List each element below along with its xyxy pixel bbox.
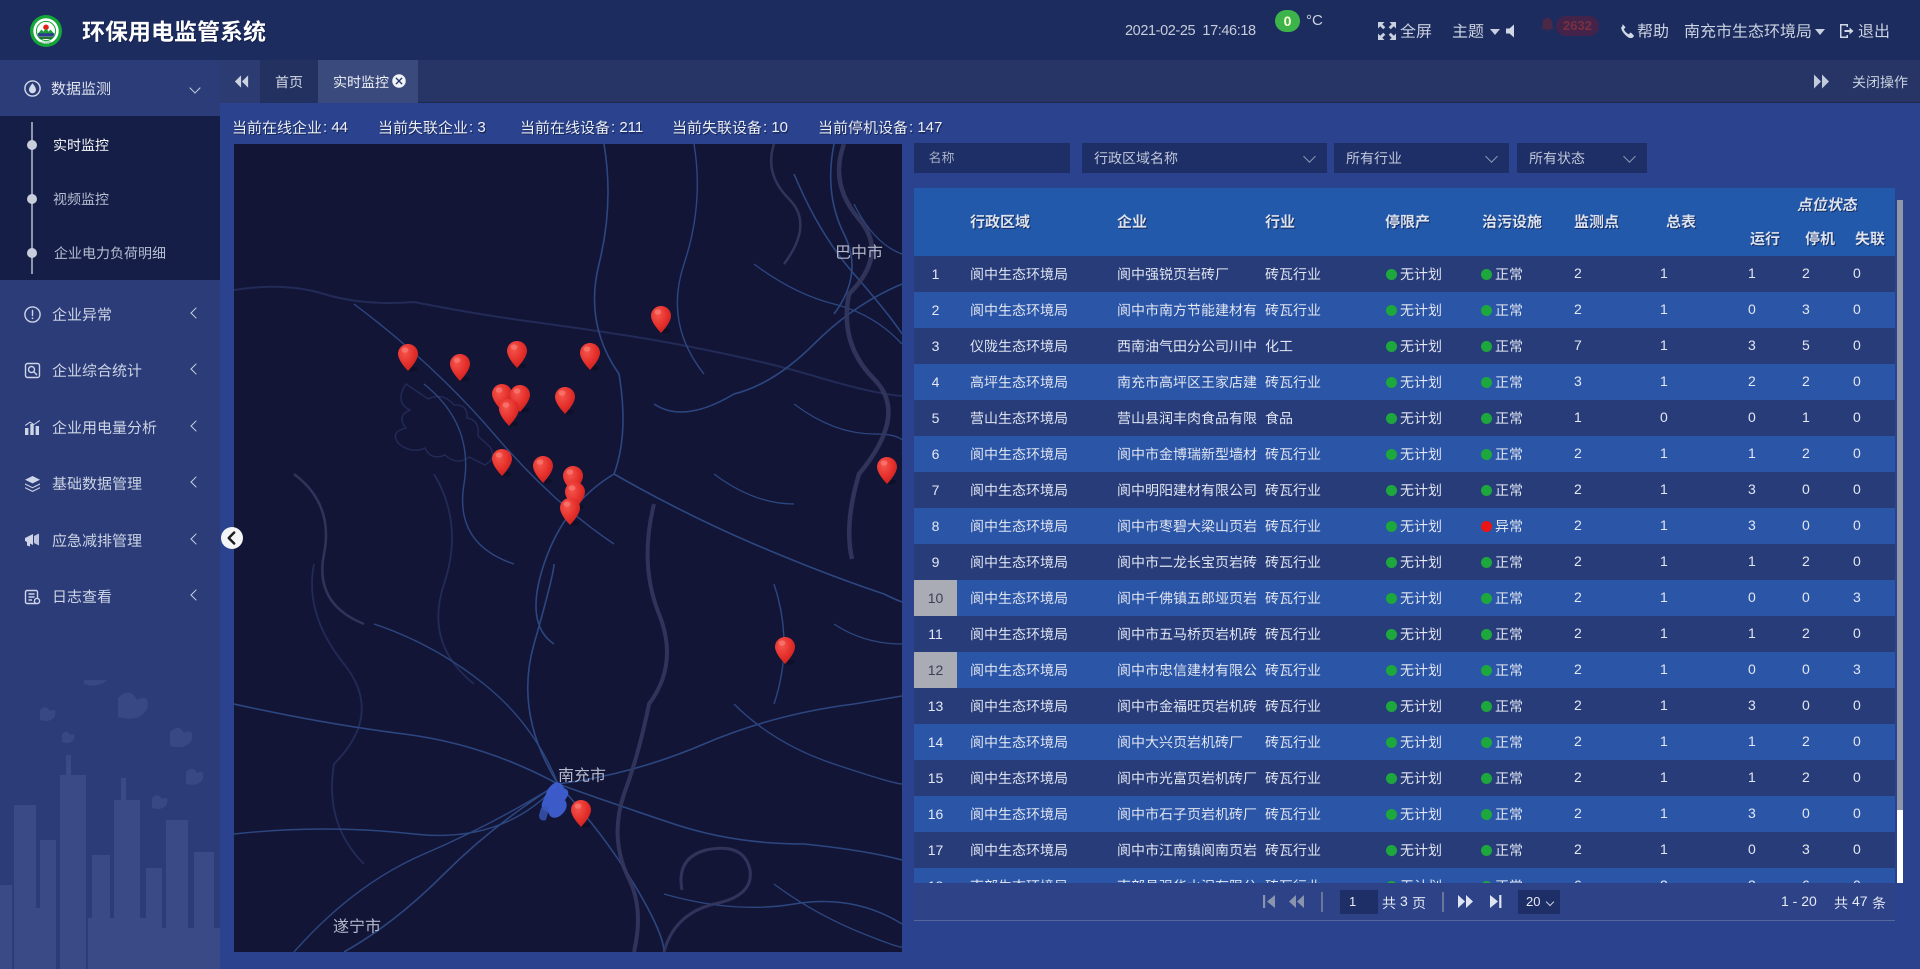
svg-text:NCEPB: NCEPB [41, 41, 52, 45]
